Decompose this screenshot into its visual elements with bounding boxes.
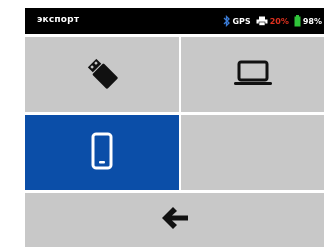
usb-drive-icon bbox=[85, 56, 119, 94]
status-indicators: GPS 20% 98% bbox=[223, 8, 322, 34]
gps-status: GPS bbox=[223, 15, 251, 27]
printer-status: 20% bbox=[256, 16, 289, 26]
bluetooth-icon bbox=[223, 15, 231, 27]
printer-icon bbox=[256, 16, 268, 26]
battery-status: 98% bbox=[294, 15, 322, 27]
laptop-icon bbox=[233, 59, 273, 91]
export-screen: экспорт GPS 20% 98% bbox=[0, 0, 324, 247]
battery-level: 98% bbox=[302, 16, 322, 26]
arrow-left-icon bbox=[160, 205, 190, 235]
empty-tile bbox=[181, 115, 324, 190]
export-target-grid bbox=[25, 37, 324, 247]
back-button[interactable] bbox=[25, 193, 324, 247]
gps-label: GPS bbox=[232, 16, 251, 26]
screen-title: экспорт bbox=[37, 15, 80, 25]
status-bar: экспорт GPS 20% 98% bbox=[25, 8, 324, 34]
phone-export-button[interactable] bbox=[25, 115, 179, 190]
smartphone-icon bbox=[91, 132, 113, 174]
printer-level: 20% bbox=[269, 16, 289, 26]
battery-icon bbox=[294, 15, 301, 27]
laptop-export-button[interactable] bbox=[181, 37, 324, 112]
usb-export-button[interactable] bbox=[25, 37, 179, 112]
